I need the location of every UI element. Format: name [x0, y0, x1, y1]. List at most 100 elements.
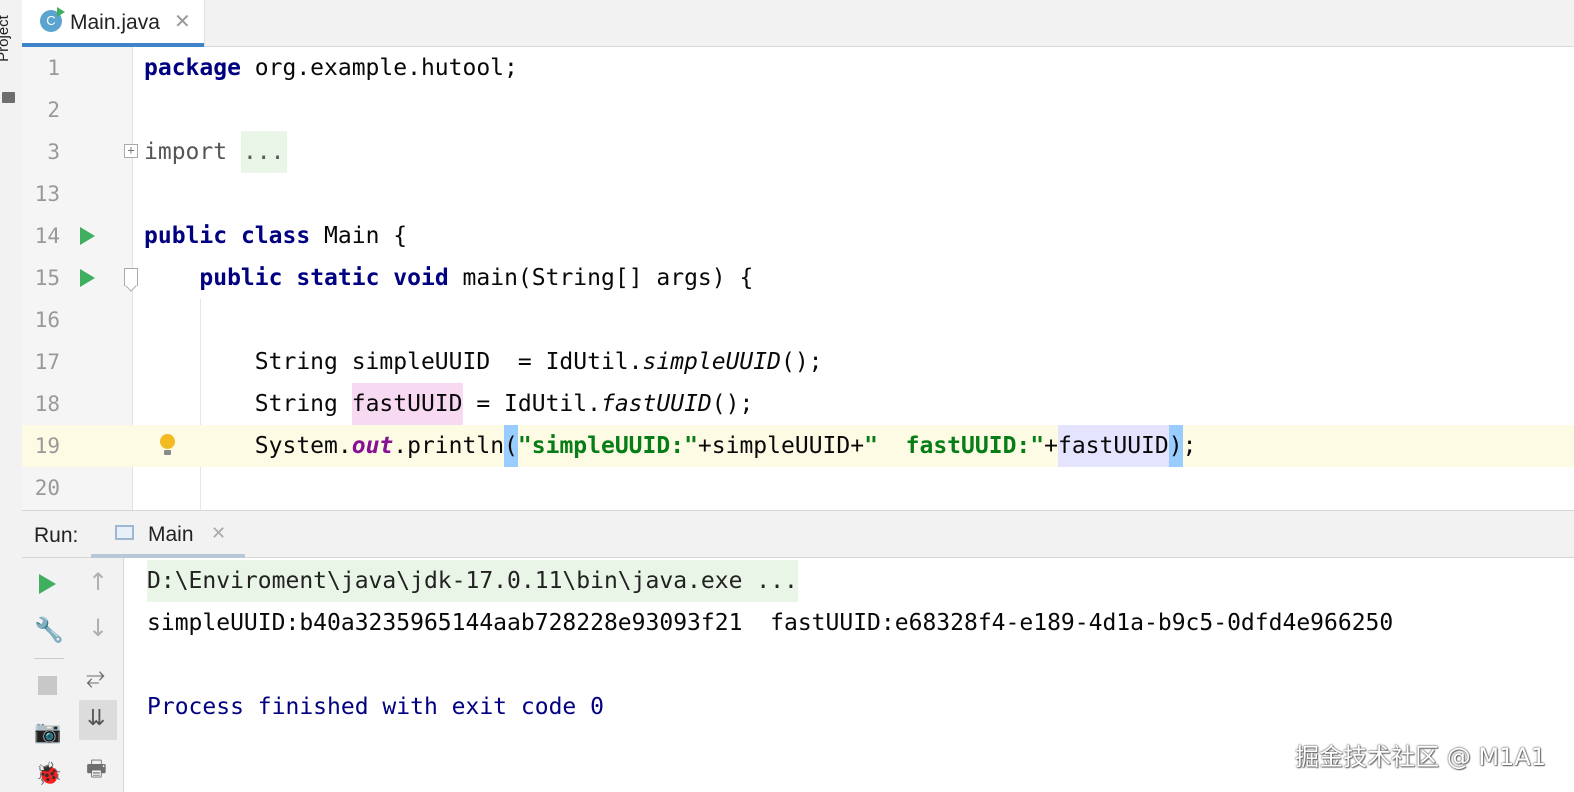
line-number: 13	[34, 182, 60, 206]
code-token: ...	[240, 131, 287, 173]
code-line[interactable]: 1 package org.example.hutool;	[22, 47, 1574, 89]
expand-fold-icon[interactable]: +	[124, 144, 138, 158]
editor-tab-bar: C Main.java ✕	[22, 0, 1574, 47]
code-token: org.example.hutool;	[240, 55, 518, 81]
close-run-tab-icon[interactable]: ✕	[211, 523, 226, 544]
console-exit-line: Process finished with exit code 0	[147, 694, 604, 720]
code-token: simpleUUID	[642, 349, 781, 375]
line-number: 19	[34, 434, 60, 458]
code-line[interactable]: 13	[22, 173, 1574, 215]
code-token: .println	[393, 433, 505, 459]
code-token: String simpleUUID = IdUtil.	[144, 349, 643, 375]
project-tool-button[interactable]: Project	[0, 15, 12, 62]
scroll-to-end-button[interactable]: ⇊	[79, 700, 117, 740]
run-tab-label: Main	[148, 523, 194, 546]
code-token: public	[199, 265, 283, 291]
run-gutter-icon[interactable]	[80, 227, 95, 245]
soft-wrap-icon[interactable]: ⥂	[86, 662, 105, 690]
scroll-to-end-icon: ⇊	[87, 706, 106, 731]
code-text: public class Main {	[144, 215, 407, 257]
console-command-line: D:\Enviroment\java\jdk-17.0.11\bin\java.…	[147, 560, 798, 602]
run-tool-window-header: Run: Main ✕	[22, 510, 1574, 558]
print-icon[interactable]: 🖶	[86, 752, 107, 790]
code-token: out	[351, 433, 394, 459]
code-token: +	[1044, 433, 1058, 459]
line-number: 3	[47, 140, 60, 164]
code-token: = IdUtil.	[462, 391, 601, 417]
code-token: import	[144, 139, 228, 165]
run-label: Run:	[34, 524, 79, 547]
code-token: System.	[144, 433, 352, 459]
run-gutter-icon[interactable]	[80, 269, 95, 287]
line-number: 14	[34, 224, 60, 248]
java-class-icon: C	[40, 7, 65, 32]
code-text: String fastUUID = IdUtil.fastUUID();	[144, 383, 753, 425]
code-line[interactable]: 15 public static void main(String[] args…	[22, 257, 1574, 299]
code-text: String simpleUUID = IdUtil.simpleUUID();	[144, 341, 823, 383]
camera-icon[interactable]: 📷	[34, 720, 61, 745]
line-number: 17	[34, 350, 60, 374]
editor-tab-label: Main.java	[70, 11, 160, 34]
code-token: static	[296, 265, 380, 291]
line-number: 18	[34, 392, 60, 416]
folder-icon	[2, 92, 15, 103]
code-token: Main {	[310, 223, 408, 249]
watermark: 掘金技术社区 @ M1A1	[1295, 743, 1546, 771]
code-token: void	[393, 265, 449, 291]
arrow-up-icon[interactable]: ↑	[88, 568, 108, 596]
close-tab-icon[interactable]: ✕	[174, 9, 191, 34]
project-tool-strip: Project	[0, 0, 23, 792]
code-token: )	[1168, 425, 1183, 467]
code-text: System.out.println("simpleUUID:"+simpleU…	[144, 425, 1196, 467]
collapse-fold-icon[interactable]	[124, 268, 138, 286]
line-number: 20	[34, 476, 60, 500]
console-output-line: simpleUUID:b40a3235965144aab728228e93093…	[147, 610, 1394, 636]
toolbar-divider	[34, 658, 64, 659]
code-token: public	[144, 223, 228, 249]
rerun-icon[interactable]	[39, 574, 56, 594]
line-number: 2	[47, 98, 60, 122]
code-text: public static void main(String[] args) {	[144, 257, 753, 299]
code-line[interactable]: 18 String fastUUID = IdUtil.fastUUID();	[22, 383, 1574, 425]
code-line[interactable]: 14 public class Main {	[22, 215, 1574, 257]
run-toolbar: 🔧 📷 🐞 ↑ ↓ ⥂ ⇊ 🖶	[22, 558, 124, 792]
code-token: fastUUID	[351, 383, 463, 425]
wrench-icon[interactable]: 🔧	[34, 616, 64, 644]
code-token: " fastUUID:"	[864, 433, 1045, 459]
stop-icon[interactable]	[38, 676, 57, 695]
code-line[interactable]: 16	[22, 299, 1574, 341]
code-line[interactable]: 19 System.out.println("simpleUUID:"+simp…	[22, 425, 1574, 467]
code-line[interactable]: 3 + import ...	[22, 131, 1574, 173]
line-number: 1	[47, 56, 60, 80]
code-token: class	[240, 223, 311, 249]
code-token: String	[144, 391, 352, 417]
code-token: ();	[780, 349, 823, 375]
code-token: main(String[] args) {	[448, 265, 754, 291]
code-token: +simpleUUID+	[697, 433, 865, 459]
code-token: fastUUID	[1057, 425, 1169, 467]
arrow-down-icon[interactable]: ↓	[88, 614, 108, 642]
code-text: import ...	[144, 131, 287, 173]
code-line[interactable]: 2	[22, 89, 1574, 131]
editor-tab-main-java[interactable]: C Main.java ✕	[22, 0, 205, 47]
code-line[interactable]: 20	[22, 467, 1574, 509]
code-editor[interactable]: 1 package org.example.hutool; 2 3 + import ..…	[22, 47, 1574, 510]
code-token: ();	[711, 391, 754, 417]
code-token: "simpleUUID:"	[517, 433, 698, 459]
code-token: ;	[1182, 433, 1197, 459]
code-token: package	[144, 55, 241, 81]
code-text: package org.example.hutool;	[144, 47, 518, 89]
code-line[interactable]: 17 String simpleUUID = IdUtil.simpleUUID…	[22, 341, 1574, 383]
code-token: fastUUID	[600, 391, 712, 417]
code-token: (	[504, 425, 518, 467]
line-number: 15	[34, 266, 60, 290]
run-tab-main[interactable]: Main ✕	[91, 511, 245, 558]
bug-icon[interactable]: 🐞	[35, 762, 62, 787]
console-window-icon	[115, 525, 134, 540]
line-number: 16	[34, 308, 60, 332]
